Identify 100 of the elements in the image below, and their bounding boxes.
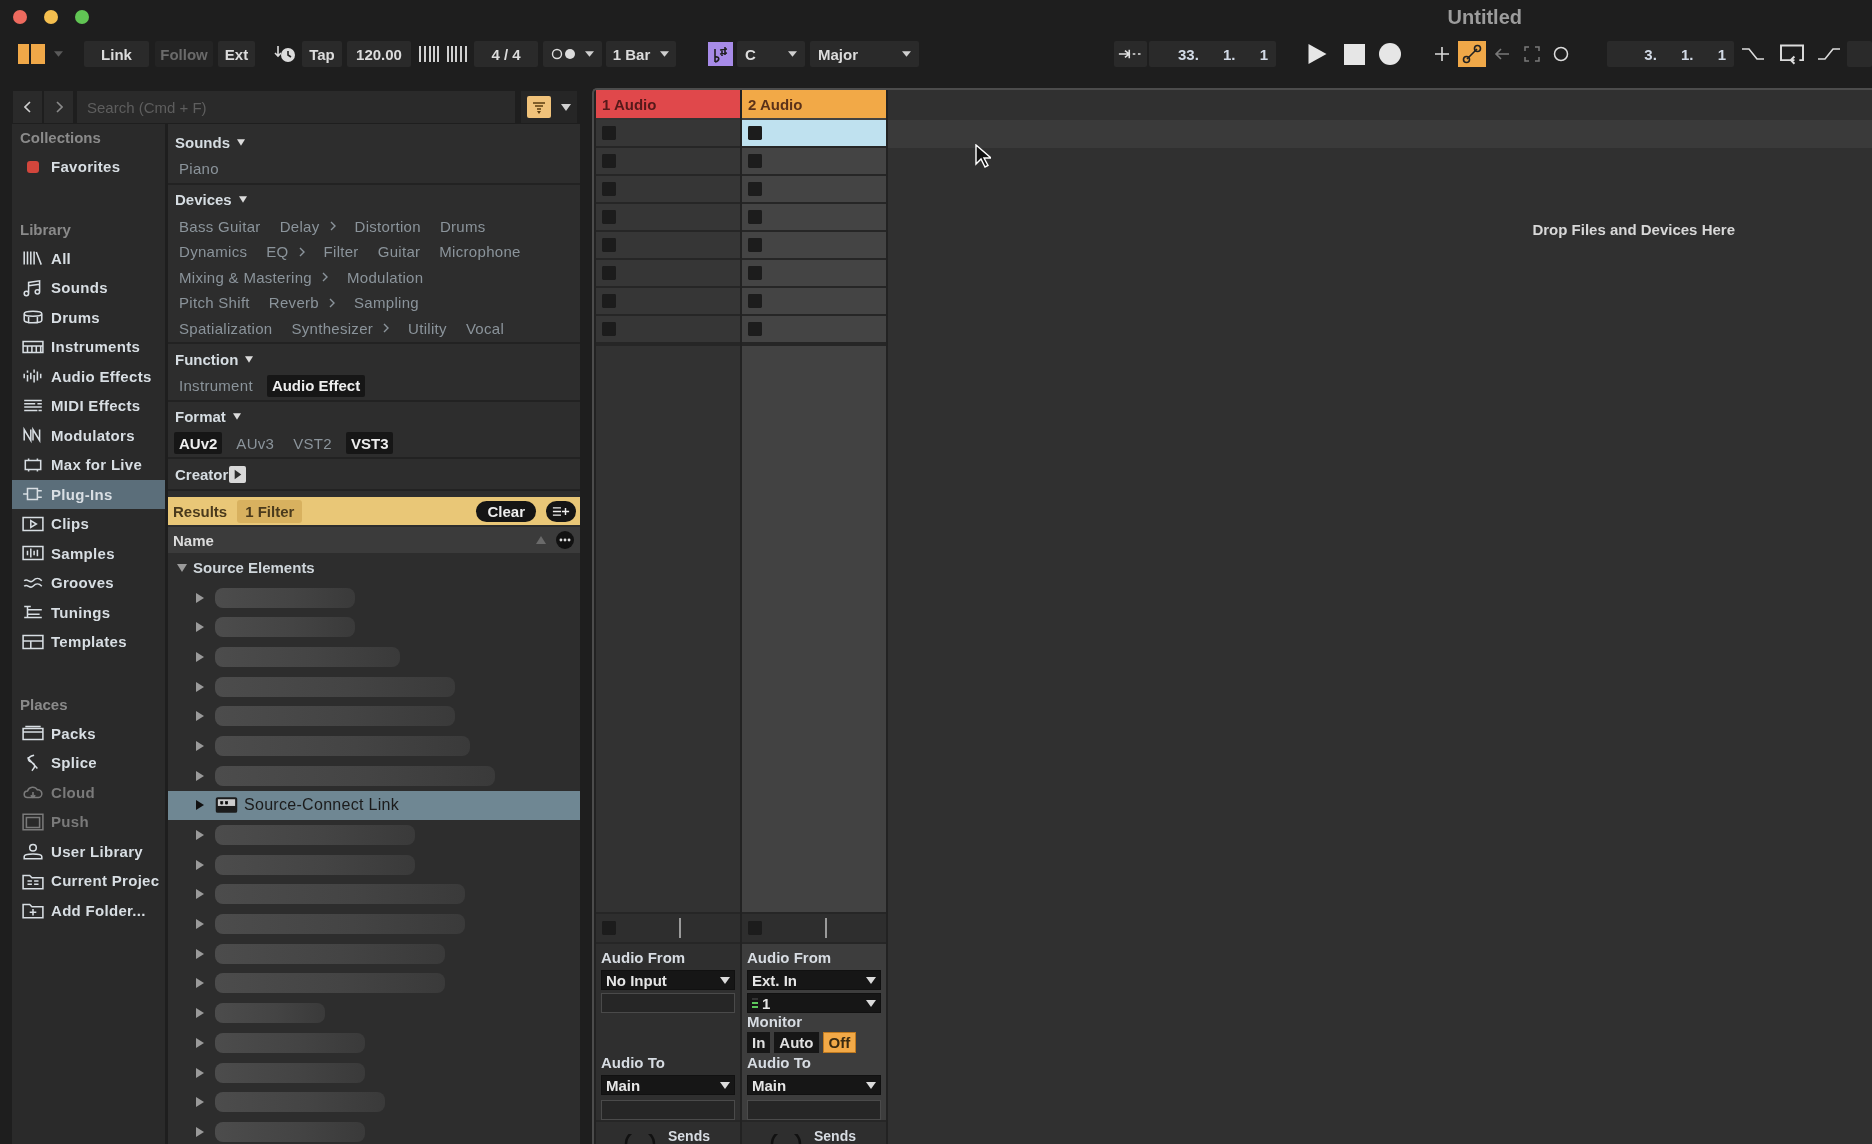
track-header[interactable]: 2 Audio bbox=[742, 90, 886, 118]
input-channel-field[interactable] bbox=[601, 993, 735, 1013]
sidebar-item[interactable]: Instruments bbox=[12, 332, 165, 362]
expand-triangle-icon[interactable] bbox=[195, 1097, 205, 1108]
clip-slot[interactable] bbox=[596, 288, 740, 316]
panels-icon[interactable] bbox=[18, 44, 45, 64]
filter-group-title[interactable]: Devices bbox=[175, 191, 232, 208]
zoom-button[interactable] bbox=[75, 10, 89, 24]
sidebar-item[interactable]: Add Folder... bbox=[12, 895, 165, 925]
expand-triangle-icon[interactable] bbox=[195, 1037, 205, 1048]
sidebar-item[interactable]: All bbox=[12, 243, 165, 273]
filter-tag[interactable]: VST2 bbox=[288, 432, 337, 455]
dashed-frame-icon[interactable] bbox=[1524, 46, 1540, 62]
output-dropdown[interactable]: Main bbox=[601, 1075, 735, 1095]
arrow-left-icon[interactable] bbox=[1494, 46, 1510, 62]
curve-down-icon[interactable] bbox=[1740, 46, 1766, 62]
expand-triangle-icon[interactable] bbox=[177, 562, 187, 573]
sidebar-item[interactable]: Clips bbox=[12, 509, 165, 539]
sidebar-item[interactable]: MIDI Effects bbox=[12, 391, 165, 421]
minimize-button[interactable] bbox=[44, 10, 58, 24]
filter-tag[interactable]: Bass Guitar bbox=[174, 215, 266, 238]
expand-triangle-icon[interactable] bbox=[195, 770, 205, 781]
filter-tag[interactable]: Delay bbox=[274, 215, 341, 238]
filter-tag[interactable]: AUv2 bbox=[174, 432, 223, 455]
filter-tag[interactable]: Guitar bbox=[372, 240, 426, 263]
clip-slot[interactable] bbox=[596, 176, 740, 204]
expand-triangle-icon[interactable] bbox=[195, 859, 205, 870]
flat-sharp-icon[interactable] bbox=[708, 42, 733, 66]
expand-triangle-icon[interactable] bbox=[195, 1067, 205, 1078]
monitor-button[interactable]: Off bbox=[822, 1032, 857, 1053]
monitor-button[interactable]: In bbox=[747, 1032, 771, 1053]
sidebar-item[interactable]: Plug-Ins bbox=[12, 479, 165, 509]
filter-tag[interactable]: Reverb bbox=[263, 291, 340, 314]
clip-slot[interactable] bbox=[596, 260, 740, 288]
output-channel-field[interactable] bbox=[601, 1100, 735, 1120]
tap-button[interactable]: Tap bbox=[302, 41, 342, 67]
folder-label[interactable]: Source Elements bbox=[193, 559, 315, 577]
column-header[interactable]: Name bbox=[168, 527, 580, 553]
clear-button[interactable]: Clear bbox=[476, 500, 536, 522]
tempo-field[interactable]: 120.00 bbox=[347, 41, 411, 67]
curve-up-icon[interactable] bbox=[1816, 46, 1842, 62]
loop-start-field[interactable]: 3. 1. 1 bbox=[1607, 41, 1734, 67]
back-button[interactable] bbox=[13, 91, 42, 123]
filter-tag[interactable]: EQ bbox=[261, 240, 310, 263]
plus-icon[interactable] bbox=[1434, 46, 1450, 62]
filter-tag[interactable]: Dynamics bbox=[174, 240, 253, 263]
filter-tag[interactable]: Synthesizer bbox=[286, 317, 395, 340]
filter-tag[interactable]: Microphone bbox=[434, 240, 526, 263]
key-dropdown[interactable]: C bbox=[737, 41, 805, 67]
filter-tag[interactable]: Mixing & Mastering bbox=[174, 266, 333, 289]
sidebar-item[interactable]: Sounds bbox=[12, 273, 165, 303]
expand-triangle-icon[interactable] bbox=[195, 919, 205, 930]
sync-button[interactable]: Ext bbox=[218, 41, 255, 67]
sidebar-item[interactable]: Splice bbox=[12, 748, 165, 778]
follow-button[interactable] bbox=[1114, 41, 1147, 67]
play-icon[interactable] bbox=[1307, 43, 1328, 65]
circle-icon[interactable] bbox=[1553, 46, 1569, 62]
expand-triangle-icon[interactable] bbox=[195, 889, 205, 900]
caret-icon[interactable] bbox=[232, 413, 241, 420]
nodes-icon[interactable] bbox=[1458, 41, 1486, 67]
sidebar-item[interactable]: Favorites bbox=[12, 152, 165, 182]
quantization-dropdown[interactable]: 1 Bar bbox=[606, 41, 676, 67]
caret-icon[interactable] bbox=[237, 138, 245, 146]
clock-arrow-icon[interactable] bbox=[273, 44, 297, 64]
sidebar-item[interactable]: User Library bbox=[12, 836, 165, 866]
sync-button[interactable]: Link bbox=[84, 41, 149, 67]
expand-triangle-icon[interactable] bbox=[195, 651, 205, 662]
sidebar-item[interactable]: Grooves bbox=[12, 568, 165, 598]
clip-slot[interactable] bbox=[596, 316, 740, 344]
clip-slot[interactable] bbox=[596, 120, 740, 148]
expand-triangle-icon[interactable] bbox=[195, 978, 205, 989]
metronome-button[interactable] bbox=[543, 41, 602, 67]
sidebar-item[interactable]: Max for Live bbox=[12, 450, 165, 480]
filter-tag[interactable]: Drums bbox=[434, 215, 491, 238]
output-dropdown[interactable]: Main bbox=[747, 1075, 881, 1095]
filter-tag[interactable]: Piano bbox=[174, 157, 224, 180]
input-type-dropdown[interactable]: No Input bbox=[601, 970, 735, 990]
caret-icon[interactable] bbox=[238, 196, 247, 203]
filter-tag[interactable]: Modulation bbox=[341, 266, 429, 289]
caret-icon[interactable] bbox=[245, 355, 254, 363]
filter-tag[interactable]: AUv3 bbox=[231, 432, 280, 455]
input-channel-dropdown[interactable]: 1 bbox=[747, 993, 881, 1013]
expand-triangle-icon[interactable] bbox=[195, 830, 205, 841]
sidebar-item[interactable]: Audio Effects bbox=[12, 361, 165, 391]
scale-dropdown[interactable]: Major bbox=[810, 41, 919, 67]
filter-tag[interactable]: Distortion bbox=[349, 215, 426, 238]
clip-slot[interactable] bbox=[596, 148, 740, 176]
close-button[interactable] bbox=[13, 10, 27, 24]
filter-group-title[interactable]: Creator bbox=[175, 465, 229, 483]
filter-group-title[interactable]: Format bbox=[175, 408, 226, 425]
filter-tag[interactable]: Instrument bbox=[174, 374, 258, 397]
filter-tag[interactable]: Utility bbox=[403, 317, 452, 340]
stop-icon[interactable] bbox=[1344, 43, 1365, 65]
expand-triangle-icon[interactable] bbox=[195, 681, 205, 692]
output-channel-field[interactable] bbox=[747, 1100, 881, 1120]
expand-triangle-icon[interactable] bbox=[195, 740, 205, 751]
time-signature-field[interactable]: 4 / 4 bbox=[474, 41, 538, 67]
filter-tag[interactable]: Sampling bbox=[349, 291, 424, 314]
filter-tag[interactable]: Pitch Shift bbox=[174, 291, 255, 314]
forward-button[interactable] bbox=[44, 91, 73, 123]
